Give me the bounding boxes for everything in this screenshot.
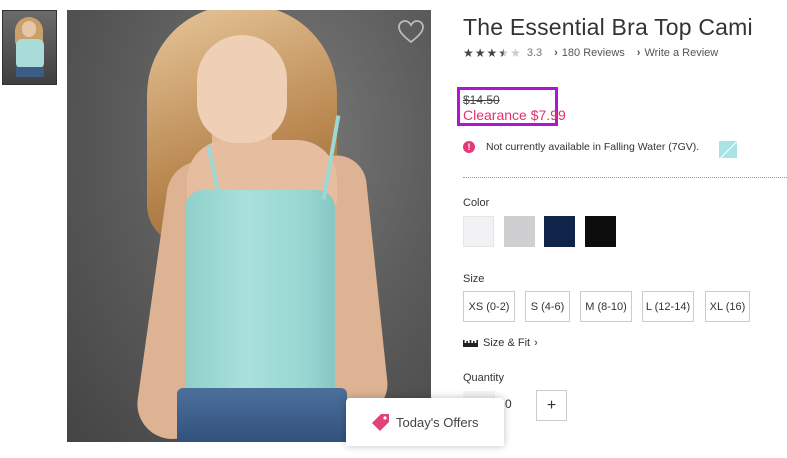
rating-row: ★ ★ ★ ★ ★ 3.3 › 180 Reviews › Write a Revi… bbox=[463, 46, 718, 60]
quantity-increase-button[interactable]: + bbox=[536, 390, 567, 421]
section-divider bbox=[463, 177, 787, 178]
model-shorts bbox=[177, 388, 347, 442]
tag-icon bbox=[372, 414, 389, 431]
thumbnail-shorts bbox=[16, 67, 44, 77]
star-half-icon: ★ bbox=[498, 46, 510, 60]
heart-icon[interactable] bbox=[398, 20, 424, 44]
chevron-right-icon: › bbox=[534, 337, 538, 349]
reviews-link[interactable]: › 180 Reviews bbox=[554, 47, 625, 59]
color-swatch-black[interactable] bbox=[585, 216, 616, 247]
color-swatch-white[interactable] bbox=[463, 216, 494, 247]
write-review-label: Write a Review bbox=[644, 47, 719, 59]
chevron-right-icon: › bbox=[554, 47, 558, 59]
reviews-link-label: 180 Reviews bbox=[561, 47, 625, 59]
ruler-icon bbox=[463, 339, 478, 347]
size-option-s[interactable]: S (4-6) bbox=[525, 291, 570, 322]
size-option-m[interactable]: M (8-10) bbox=[580, 291, 632, 322]
product-thumbnail[interactable] bbox=[2, 10, 57, 85]
unavailable-color-swatch[interactable] bbox=[719, 141, 737, 158]
old-price: $14.50 bbox=[463, 93, 500, 107]
color-swatch-navy[interactable] bbox=[544, 216, 575, 247]
color-swatch-grey[interactable] bbox=[504, 216, 535, 247]
size-fit-link[interactable]: Size & Fit › bbox=[463, 337, 538, 349]
star-icon: ★ bbox=[486, 46, 498, 60]
star-icon: ★ bbox=[463, 46, 474, 60]
product-title: The Essential Bra Top Cami bbox=[463, 14, 753, 40]
product-main-image[interactable] bbox=[67, 10, 431, 442]
size-label: Size bbox=[463, 273, 485, 285]
availability-message: Not currently available in Falling Water… bbox=[486, 141, 700, 153]
alert-icon: ! bbox=[463, 141, 475, 153]
thumbnail-cami bbox=[16, 39, 44, 69]
size-option-xs[interactable]: XS (0-2) bbox=[463, 291, 515, 322]
availability-alert: ! Not currently available in Falling Wat… bbox=[463, 141, 699, 153]
todays-offers-button[interactable]: Today's Offers bbox=[346, 398, 504, 446]
write-review-link[interactable]: › Write a Review bbox=[637, 47, 718, 59]
star-icon: ★ bbox=[474, 46, 486, 60]
chevron-right-icon: › bbox=[636, 47, 641, 59]
color-label: Color bbox=[463, 197, 490, 209]
quantity-value[interactable]: 0 bbox=[505, 397, 512, 411]
thumbnail-face bbox=[22, 21, 36, 37]
size-fit-label: Size & Fit bbox=[483, 337, 531, 349]
size-option-l[interactable]: L (12-14) bbox=[642, 291, 694, 322]
clearance-price: Clearance $7.99 bbox=[463, 107, 566, 123]
model-face bbox=[197, 35, 287, 143]
star-empty-icon: ★ bbox=[510, 46, 521, 60]
todays-offers-label: Today's Offers bbox=[396, 414, 479, 430]
quantity-label: Quantity bbox=[463, 372, 504, 384]
rating-value: 3.3 bbox=[526, 47, 543, 59]
model-cami bbox=[185, 190, 335, 405]
rating-stars[interactable]: ★ ★ ★ ★ ★ bbox=[463, 47, 521, 59]
size-option-xl[interactable]: XL (16) bbox=[705, 291, 750, 322]
